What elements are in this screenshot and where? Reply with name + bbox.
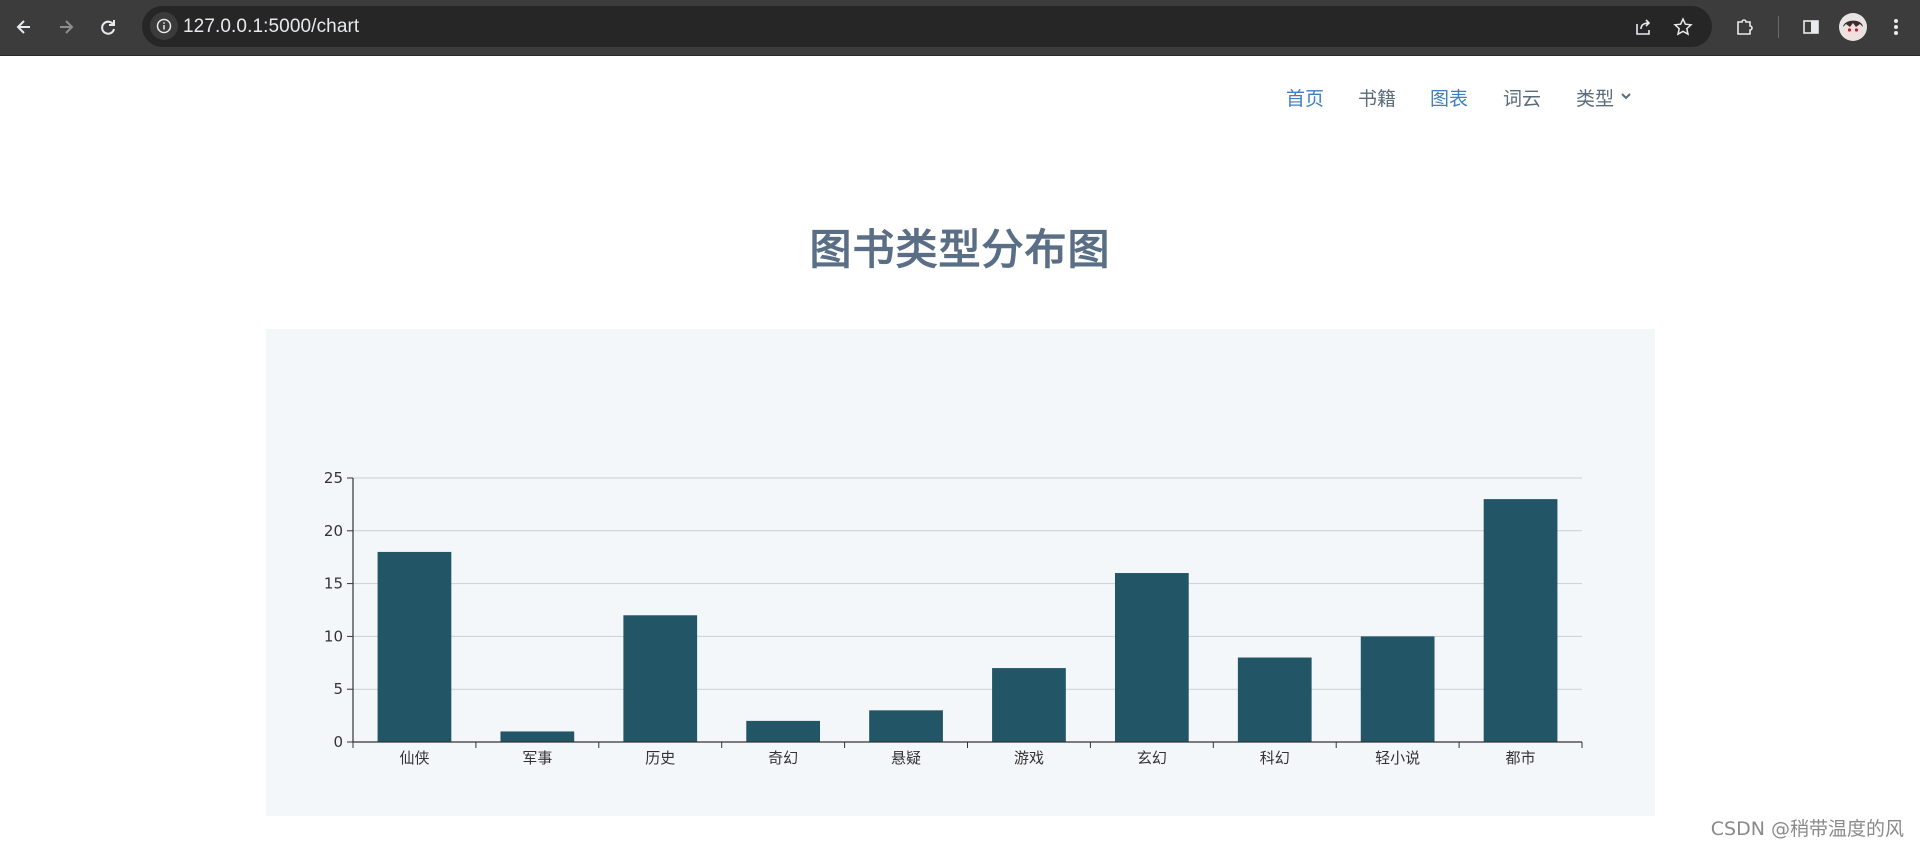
side-panel-icon[interactable]: [1797, 13, 1825, 41]
chevron-down-icon[interactable]: [1620, 92, 1632, 102]
bars: [377, 499, 1558, 742]
bar[interactable]: [1360, 636, 1435, 742]
site-navigation: 首页 书籍 图表 词云 类型: [0, 84, 1920, 114]
y-tick-label: 20: [324, 522, 343, 540]
x-tick-label: 轻小说: [1375, 749, 1420, 767]
address-bar[interactable]: 127.0.0.1:5000/chart: [142, 6, 1712, 47]
toolbar-separator: [1778, 16, 1779, 38]
chart-panel: 0 5 10 15 20 25 仙侠 军事 历史 奇幻 悬疑 游戏 玄幻 科幻 轻小说 都市: [266, 329, 1655, 816]
x-tick-label: 都市: [1506, 749, 1536, 767]
bar[interactable]: [1114, 573, 1189, 742]
x-tick-label: 玄幻: [1137, 749, 1167, 767]
y-tick-label: 25: [324, 469, 343, 487]
x-tick-label: 悬疑: [891, 749, 921, 767]
nav-books-link[interactable]: 书籍: [1358, 84, 1396, 111]
more-menu-icon[interactable]: [1882, 13, 1910, 41]
forward-arrow-icon[interactable]: [52, 13, 80, 41]
nav-type-dropdown[interactable]: 类型: [1576, 84, 1614, 111]
url-text[interactable]: 127.0.0.1:5000/chart: [183, 16, 359, 38]
y-tick-label: 5: [333, 680, 343, 698]
bar[interactable]: [869, 710, 943, 742]
y-tick-label: 0: [333, 733, 343, 751]
bar-chart: 0 5 10 15 20 25 仙侠 军事 历史 奇幻 悬疑 游戏 玄幻 科幻 轻小说 都市: [324, 469, 1583, 767]
y-tick-label: 15: [324, 575, 343, 593]
star-icon[interactable]: [1670, 14, 1696, 40]
x-tick-label: 仙侠: [399, 749, 429, 767]
nav-home-link[interactable]: 首页: [1286, 84, 1324, 111]
bar[interactable]: [746, 720, 821, 742]
bar[interactable]: [377, 551, 452, 742]
page-title: 图书类型分布图: [809, 225, 1111, 274]
x-tick-label: 军事: [522, 749, 552, 767]
x-tick-label: 科幻: [1260, 749, 1290, 767]
share-icon[interactable]: [1630, 14, 1656, 40]
bar[interactable]: [1483, 499, 1558, 742]
x-tick-label: 奇幻: [768, 749, 798, 767]
browser-toolbar: 127.0.0.1:5000/chart: [0, 0, 1920, 56]
x-tick-label: 历史: [645, 749, 675, 767]
extensions-icon[interactable]: [1731, 13, 1759, 41]
bar[interactable]: [1237, 657, 1312, 742]
reload-icon[interactable]: [94, 13, 122, 41]
bar[interactable]: [500, 731, 575, 742]
info-icon[interactable]: [150, 12, 178, 40]
profile-avatar[interactable]: [1839, 13, 1867, 41]
y-tick-label: 10: [324, 627, 343, 645]
bar[interactable]: [623, 615, 698, 742]
x-tick-label: 游戏: [1014, 749, 1044, 767]
nav-wordcloud-link[interactable]: 词云: [1503, 84, 1541, 111]
watermark: CSDN @稍带温度的风: [1710, 818, 1904, 840]
back-arrow-icon[interactable]: [10, 13, 38, 41]
nav-chart-link[interactable]: 图表: [1430, 84, 1468, 111]
bar[interactable]: [992, 668, 1066, 742]
